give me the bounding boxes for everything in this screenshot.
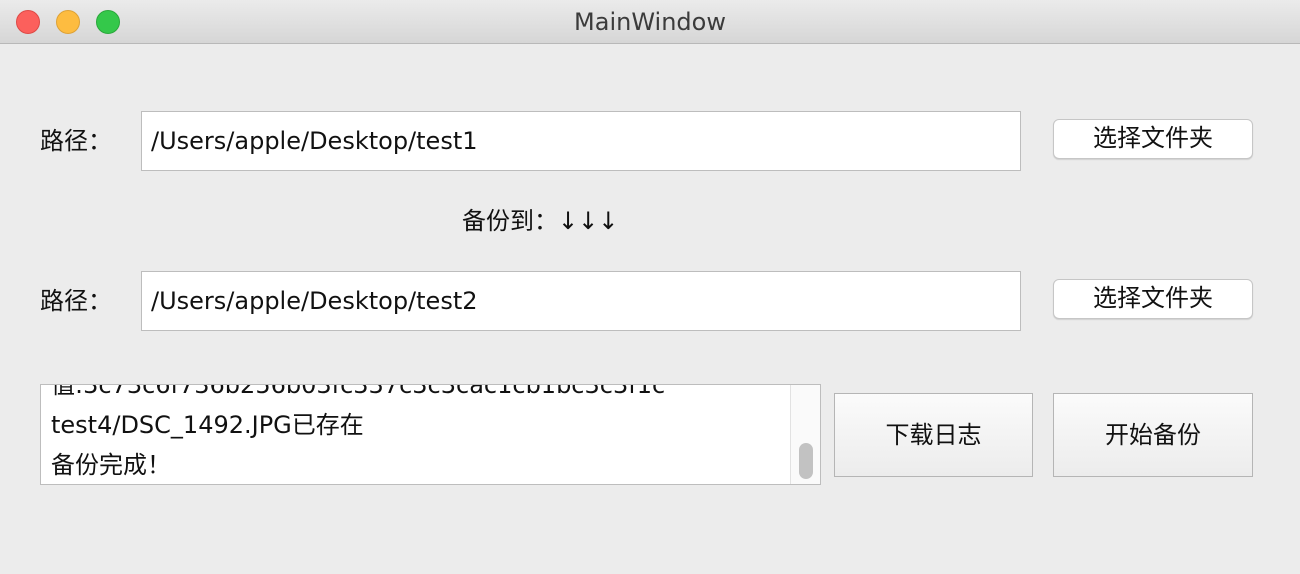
destination-path-label: 路径： <box>40 287 112 315</box>
log-lines: 值:3c73c6f736b256b03fc337c3c3cac1cb1bc3c3… <box>51 384 666 484</box>
window-title: MainWindow <box>574 8 726 36</box>
main-window: MainWindow 路径： /Users/apple/Desktop/test… <box>0 0 1300 574</box>
backup-to-label: 备份到：↓↓↓ <box>462 207 619 235</box>
start-backup-button[interactable]: 开始备份 <box>1053 393 1253 477</box>
log-line: 值:3c73c6f736b256b03fc337c3c3cac1cb1bc3c3… <box>51 384 666 399</box>
source-choose-folder-button[interactable]: 选择文件夹 <box>1053 119 1253 159</box>
download-log-button[interactable]: 下载日志 <box>834 393 1033 477</box>
title-bar[interactable]: MainWindow <box>0 0 1300 44</box>
destination-choose-folder-button[interactable]: 选择文件夹 <box>1053 279 1253 319</box>
source-path-field[interactable]: /Users/apple/Desktop/test1 <box>141 111 1021 171</box>
source-path-label: 路径： <box>40 127 112 155</box>
log-scrollbar-thumb[interactable] <box>799 443 813 479</box>
log-output[interactable]: 值:3c73c6f736b256b03fc337c3c3cac1cb1bc3c3… <box>40 384 821 485</box>
log-line: test4/DSC_1492.JPG已存在 <box>51 411 364 439</box>
log-line: 备份完成！ <box>51 451 171 479</box>
log-scrollbar[interactable] <box>790 385 820 484</box>
destination-path-field[interactable]: /Users/apple/Desktop/test2 <box>141 271 1021 331</box>
